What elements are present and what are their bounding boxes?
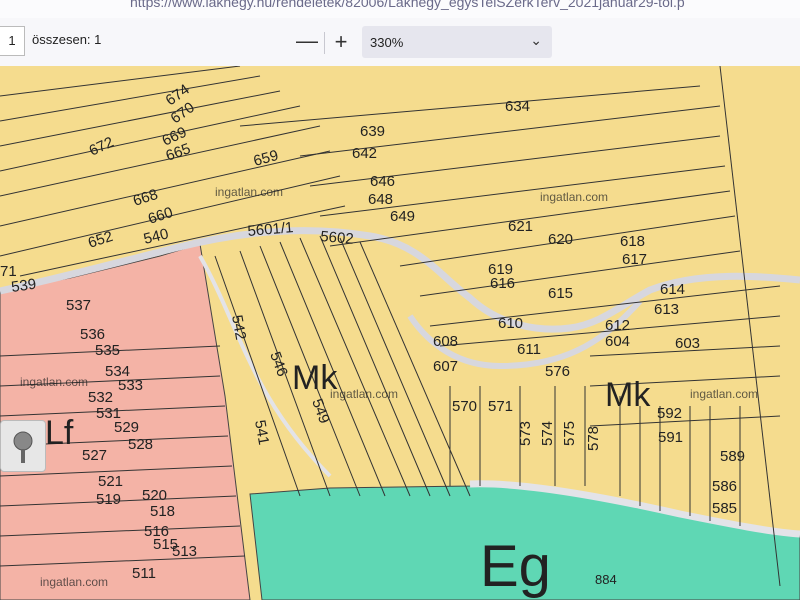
parcel-number: 603: [675, 335, 700, 352]
zoning-map: ingatlan.com ingatlan.com ingatlan.com i…: [0, 66, 800, 600]
parcel-number: 574: [539, 421, 556, 446]
parcel-number: 520: [142, 487, 167, 504]
parcel-number: 521: [98, 473, 123, 490]
parcel-number: 513: [172, 543, 197, 560]
parcel-number: 578: [585, 426, 602, 451]
zoom-out-button[interactable]: —: [296, 30, 318, 54]
page-number-input[interactable]: 1: [0, 26, 25, 56]
parcel-number: 620: [548, 231, 573, 248]
parcel-number: 608: [433, 333, 458, 350]
watermark: ingatlan.com: [330, 387, 398, 401]
parcel-number: 533: [118, 377, 143, 394]
watermark: ingatlan.com: [215, 185, 283, 199]
parcel-number: 613: [654, 301, 679, 318]
zoom-value: 330%: [370, 35, 404, 50]
parcel-number: 604: [605, 333, 630, 350]
parcel-number: 617: [622, 251, 647, 268]
zone-label-mk: Mk: [605, 376, 651, 414]
parcel-number: 532: [88, 389, 113, 406]
parcel-number: 614: [660, 281, 685, 298]
parcel-number: 529: [114, 419, 139, 436]
parcel-number: 5602: [320, 228, 355, 248]
parcel-number: 591: [658, 429, 683, 446]
parcel-number: 616: [490, 275, 515, 292]
parcel-number: 646: [370, 173, 395, 190]
parcel-number: 585: [712, 500, 737, 517]
parcel-number: 528: [128, 436, 153, 453]
parcel-number: 607: [433, 358, 458, 375]
page-total-label: összesen: 1: [32, 32, 102, 47]
parcel-number: 570: [452, 398, 477, 415]
address-bar[interactable]: https://www.lakhegy.hu/rendeletek/82006/…: [0, 0, 800, 18]
zoom-select[interactable]: 330% ⌄: [362, 26, 552, 58]
parcel-number: 571: [488, 398, 513, 415]
parcel-number: 71: [0, 263, 17, 280]
parcel-number: 573: [517, 421, 534, 446]
parcel-number: 592: [657, 405, 682, 422]
zoom-in-button[interactable]: +: [330, 31, 352, 54]
parcel-number: 589: [720, 448, 745, 465]
road-number: 884: [595, 572, 617, 587]
parcel-number: 610: [498, 315, 523, 332]
parcel-number: 649: [390, 208, 415, 225]
parcel-number: 537: [66, 297, 91, 314]
parcel-number: 615: [548, 285, 573, 302]
parcel-number: 642: [352, 145, 377, 162]
parcel-number: 611: [517, 341, 541, 358]
parcel-number: 612: [605, 317, 630, 334]
chevron-down-icon: ⌄: [530, 32, 542, 48]
pdf-toolbar: 1 összesen: 1 — + 330% ⌄: [0, 18, 800, 67]
parcel-number: 648: [368, 191, 393, 208]
watermark: ingatlan.com: [40, 575, 108, 589]
zone-label-mk: Mk: [292, 359, 338, 397]
zone-label-eg: Eg: [480, 534, 551, 599]
parcel-number: 634: [505, 98, 530, 115]
url-text[interactable]: https://www.lakhegy.hu/rendeletek/82006/…: [130, 0, 685, 10]
toolbar-divider: [324, 32, 325, 54]
map-canvas[interactable]: ingatlan.com ingatlan.com ingatlan.com i…: [0, 66, 800, 600]
parcel-number: 621: [508, 218, 533, 235]
zone-label-lf: Lf: [45, 414, 74, 452]
parcel-number: 575: [561, 421, 578, 446]
parcel-number: 535: [95, 342, 120, 359]
parcel-number: 527: [82, 447, 107, 464]
parcel-number: 536: [80, 326, 105, 343]
watermark: ingatlan.com: [540, 190, 608, 204]
map-pin-icon[interactable]: [0, 420, 46, 472]
parcel-number: 618: [620, 233, 645, 250]
parcel-number: 518: [150, 503, 175, 520]
parcel-number: 511: [132, 565, 156, 582]
parcel-number: 586: [712, 478, 737, 495]
watermark: ingatlan.com: [690, 387, 758, 401]
parcel-number: 639: [360, 123, 385, 140]
parcel-number: 519: [96, 491, 121, 508]
watermark: ingatlan.com: [20, 375, 88, 389]
parcel-number: 576: [545, 363, 570, 380]
